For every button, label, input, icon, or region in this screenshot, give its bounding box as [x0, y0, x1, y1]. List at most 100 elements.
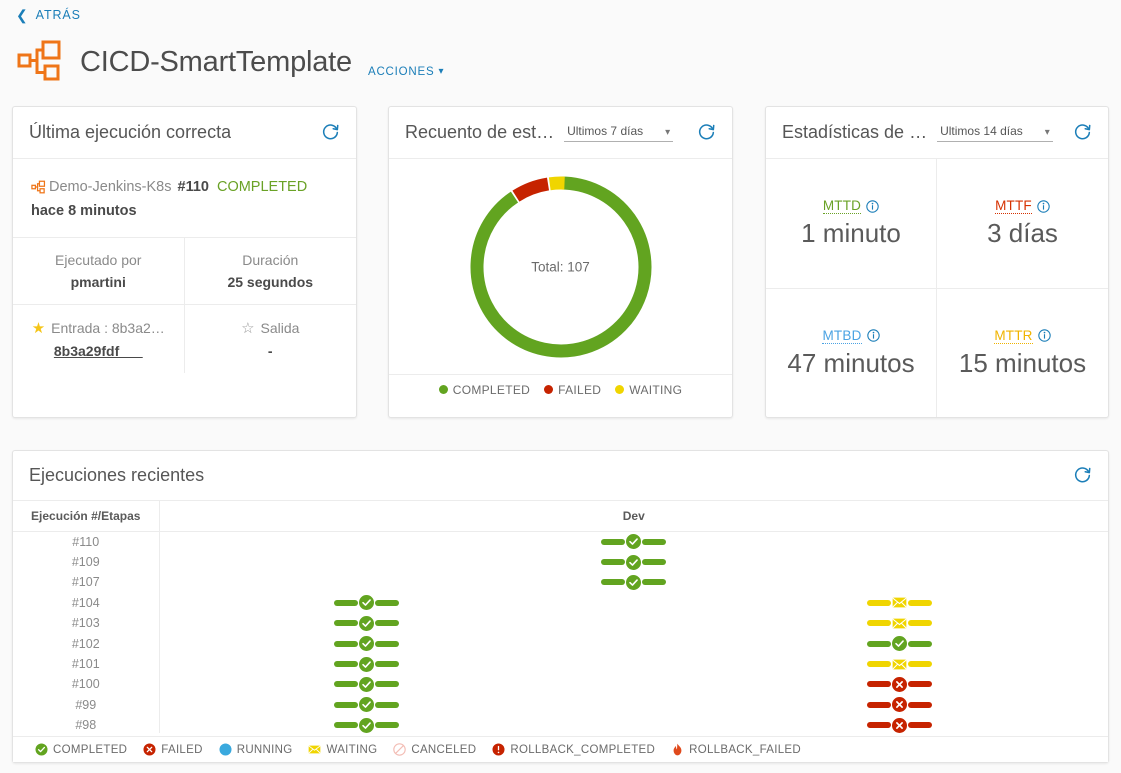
recent-runs-card: Ejecuciones recientes Ejecución #/Etapas…	[12, 450, 1109, 763]
table-row[interactable]: #101	[13, 653, 1108, 675]
last-successful-run-card: Última ejecución correcta Demo-Jenkins-K…	[12, 106, 357, 418]
refresh-icon[interactable]	[321, 123, 340, 142]
refresh-icon[interactable]	[697, 123, 716, 142]
stage-indicator-completed[interactable]	[866, 636, 932, 652]
info-icon[interactable]	[1037, 329, 1051, 342]
actions-dropdown[interactable]: ACCIONES ▾	[368, 66, 444, 84]
stages-cell	[159, 674, 1108, 694]
stat-key-label[interactable]: MTTF	[995, 198, 1032, 214]
stage-indicator-completed[interactable]	[601, 574, 667, 590]
stage-indicator-completed[interactable]	[333, 697, 399, 713]
stat-cell-mttr: MTTR 15 minutos	[937, 288, 1108, 417]
info-icon[interactable]	[866, 329, 880, 342]
run-number-cell[interactable]: #103	[13, 613, 160, 634]
stage-bar-right	[907, 640, 932, 647]
stage-indicator-waiting[interactable]	[866, 616, 932, 631]
runs-status-legend: COMPLETED FAILED RUNNING WAITING CANCELED ROL…	[13, 736, 1108, 762]
legend-item-completed[interactable]: COMPLETED	[438, 383, 530, 397]
stage-indicator-completed[interactable]	[601, 554, 667, 570]
info-icon[interactable]	[1037, 199, 1050, 213]
legend-label: CANCELED	[411, 743, 477, 756]
info-icon[interactable]	[866, 199, 879, 213]
legend-item-rollback_failed[interactable]: ROLLBACK_FAILED	[671, 743, 801, 756]
table-row[interactable]: #110	[13, 531, 1108, 552]
stage-indicator-completed[interactable]	[333, 636, 399, 652]
stage-bar-left	[601, 559, 626, 566]
run-number-cell[interactable]: #98	[13, 715, 160, 733]
duration-value: 25 segundos	[227, 274, 314, 290]
stage-row	[160, 717, 1109, 733]
stage-indicator-completed[interactable]	[601, 534, 667, 550]
check-circle-icon	[358, 676, 374, 692]
chevron-left-icon: ❮	[16, 6, 29, 23]
filled-circle-icon	[219, 743, 232, 756]
legend-item-failed[interactable]: FAILED	[143, 743, 202, 756]
pipeline-icon	[31, 180, 46, 195]
refresh-icon[interactable]	[1073, 466, 1092, 485]
table-row[interactable]: #98	[13, 715, 1108, 733]
legend-item-rollback_completed[interactable]: ROLLBACK_COMPLETED	[492, 743, 655, 756]
stage-indicator-completed[interactable]	[333, 595, 399, 611]
stage-indicator-waiting[interactable]	[866, 657, 932, 672]
time-range-select[interactable]: Ultimos 7 días ▾	[564, 123, 674, 142]
run-number-cell[interactable]: #99	[13, 694, 160, 716]
legend-label: WAITING	[629, 382, 683, 397]
x-circle-icon	[891, 697, 907, 713]
chevron-down-icon: ▾	[438, 66, 445, 77]
run-number-cell[interactable]: #102	[13, 633, 160, 654]
donut-slice-failed[interactable]	[511, 177, 549, 202]
table-row[interactable]: #99	[13, 694, 1108, 716]
stat-key-label[interactable]: MTTD	[822, 198, 862, 214]
run-number-cell[interactable]: #110	[13, 531, 160, 552]
stage-indicator-failed[interactable]	[866, 717, 932, 733]
stage-indicator-completed[interactable]	[333, 717, 399, 733]
stage-indicator-completed[interactable]	[333, 676, 399, 692]
stage-indicator-completed[interactable]	[333, 615, 399, 631]
stat-key-label[interactable]: MTBD	[822, 328, 862, 344]
run-number-cell[interactable]: #101	[13, 653, 160, 675]
stage-bar-right	[907, 620, 932, 627]
stat-value: 15 minutos	[958, 347, 1087, 378]
check-circle-icon	[626, 534, 642, 550]
table-row[interactable]: #102	[13, 633, 1109, 654]
legend-item-running[interactable]: RUNNING	[219, 743, 293, 756]
legend-item-failed[interactable]: FAILED	[544, 383, 601, 397]
check-circle-icon	[891, 636, 907, 652]
stage-row	[160, 636, 1109, 652]
table-row[interactable]: #107	[13, 572, 1108, 593]
stage-indicator-failed[interactable]	[866, 697, 932, 713]
table-row[interactable]: #103	[13, 613, 1108, 634]
time-range-select[interactable]: Ultimos 14 días ▾	[937, 124, 1053, 142]
stage-bar-right	[907, 661, 932, 668]
stage-bar-left	[866, 599, 891, 606]
back-link[interactable]: ❮ ATRÁS	[16, 6, 81, 23]
legend-item-canceled[interactable]: CANCELED	[393, 743, 476, 756]
page-title: CICD-SmartTemplate	[80, 45, 352, 78]
run-number-cell[interactable]: #100	[13, 674, 160, 695]
stage-indicator-waiting[interactable]	[866, 595, 932, 610]
duration-cell: Duración 25 segundos	[184, 237, 356, 304]
stages-cell	[159, 654, 1108, 674]
runs-table-scroll[interactable]: Ejecución #/Etapas Dev #110 #109 #107 #104 #…	[13, 501, 1108, 733]
donut-slice-waiting[interactable]	[548, 176, 565, 190]
time-range-value: Ultimos 7 días	[567, 123, 644, 138]
back-label: ATRÁS	[35, 8, 81, 22]
legend-item-waiting[interactable]: WAITING	[615, 383, 682, 397]
table-row[interactable]: #100	[13, 674, 1108, 695]
legend-item-waiting[interactable]: WAITING	[308, 743, 377, 756]
refresh-icon[interactable]	[1073, 123, 1092, 142]
input-cell: ★ Entrada : 8b3a2… 8b3a29fdf___	[13, 304, 185, 373]
star-filled-icon[interactable]: ★	[32, 319, 45, 337]
table-row[interactable]: #109	[13, 551, 1108, 573]
pipeline-name[interactable]: Demo-Jenkins-K8s	[49, 179, 172, 195]
stat-key-label[interactable]: MTTR	[994, 328, 1033, 344]
stage-indicator-failed[interactable]	[866, 676, 932, 692]
run-number-cell[interactable]: #109	[13, 551, 160, 573]
run-number-cell[interactable]: #104	[13, 592, 160, 614]
stage-indicator-completed[interactable]	[333, 656, 399, 672]
stat-key-row: MTTD	[822, 198, 879, 214]
star-outline-icon[interactable]: ☆	[241, 319, 254, 337]
run-number-cell[interactable]: #107	[13, 572, 160, 593]
table-row[interactable]: #104	[13, 592, 1108, 614]
legend-item-completed[interactable]: COMPLETED	[35, 743, 127, 756]
